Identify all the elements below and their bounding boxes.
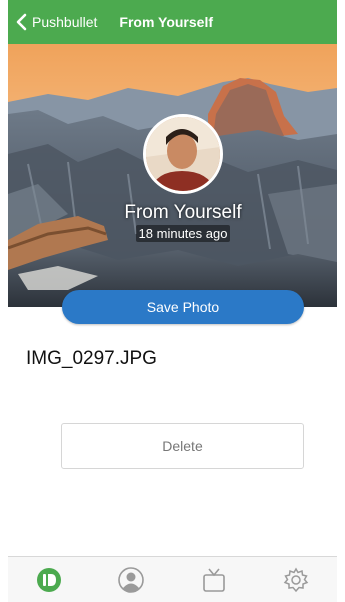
save-photo-button[interactable]: Save Photo <box>62 290 304 324</box>
contacts-icon <box>118 566 145 593</box>
tab-bar <box>8 556 337 602</box>
user-photo-icon <box>146 117 220 191</box>
tab-contacts[interactable] <box>109 558 153 602</box>
back-button[interactable]: Pushbullet <box>8 0 97 44</box>
tab-pushes[interactable] <box>27 558 71 602</box>
app-screen: Pushbullet From Yourself From Yourself 1… <box>8 0 337 602</box>
back-label: Pushbullet <box>32 14 98 30</box>
tab-settings[interactable] <box>274 558 318 602</box>
file-name: IMG_0297.JPG <box>26 348 157 369</box>
chevron-left-icon <box>16 13 27 31</box>
page-title: From Yourself <box>119 14 214 30</box>
push-timestamp: 18 minutes ago <box>8 225 337 242</box>
avatar <box>143 114 223 194</box>
delete-button[interactable]: Delete <box>61 423 304 469</box>
navigation-bar: Pushbullet From Yourself <box>8 0 337 44</box>
pushes-icon <box>37 567 62 592</box>
sender-name: From Yourself <box>124 202 242 223</box>
timestamp-label: 18 minutes ago <box>135 225 231 242</box>
channels-icon <box>202 567 225 592</box>
tab-channels[interactable] <box>192 558 236 602</box>
hero-photo: From Yourself 18 minutes ago <box>8 44 337 307</box>
settings-icon <box>283 566 309 592</box>
